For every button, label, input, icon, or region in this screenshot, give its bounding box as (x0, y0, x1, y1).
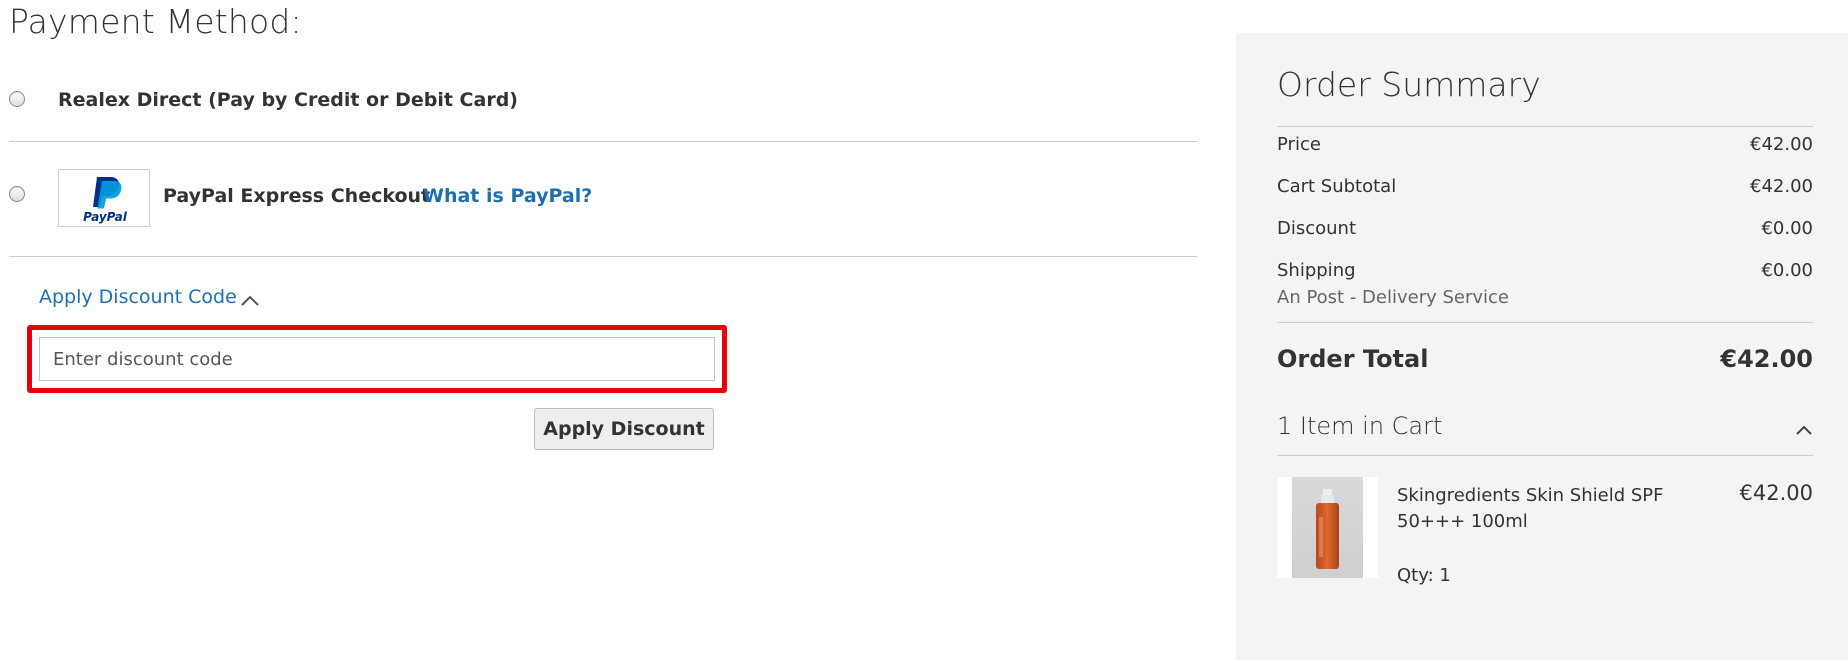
summary-value: €0.00 (1761, 260, 1813, 281)
apply-discount-button[interactable]: Apply Discount (534, 408, 714, 450)
paypal-logo: PayPal (58, 169, 150, 227)
realex-radio[interactable] (9, 91, 25, 107)
checkout-page: Payment Method: Realex Direct (Pay by Cr… (0, 0, 1848, 663)
what-is-paypal-link[interactable]: What is PayPal? (423, 185, 592, 207)
divider (1277, 455, 1813, 456)
product-name[interactable]: Skingredients Skin Shield SPF 50+++ 100m… (1397, 483, 1727, 535)
order-total-value: €42.00 (1720, 345, 1813, 373)
summary-label: Cart Subtotal (1277, 176, 1397, 197)
summary-value: €42.00 (1750, 176, 1813, 197)
product-qty: Qty: 1 (1397, 565, 1451, 586)
product-price: €42.00 (1739, 481, 1813, 505)
summary-row-subtotal: Cart Subtotal €42.00 (1277, 176, 1813, 200)
discount-code-input[interactable] (39, 337, 715, 381)
paypal-logo-text: PayPal (83, 210, 128, 224)
summary-row-price: Price €42.00 (1277, 134, 1813, 158)
items-in-cart-toggle[interactable]: 1 Item in Cart (1277, 412, 1813, 454)
chevron-up-icon[interactable] (240, 292, 260, 306)
divider (1277, 322, 1813, 323)
summary-label: Price (1277, 134, 1321, 155)
items-in-cart-label[interactable]: 1 Item in Cart (1277, 412, 1442, 440)
order-total-label: Order Total (1277, 345, 1429, 373)
paypal-radio[interactable] (9, 186, 25, 202)
summary-row-shipping: Shipping €0.00 (1277, 260, 1813, 284)
summary-value: €0.00 (1761, 218, 1813, 239)
summary-label: Discount (1277, 218, 1357, 239)
apply-discount-toggle[interactable]: Apply Discount Code (39, 286, 237, 308)
payment-option-paypal[interactable]: PayPal PayPal Express Checkout What is P… (9, 142, 1197, 257)
order-summary-panel: Order Summary Price €42.00 Cart Subtotal… (1236, 33, 1848, 660)
summary-value: €42.00 (1750, 134, 1813, 155)
chevron-up-icon[interactable] (1795, 421, 1813, 435)
order-summary-title: Order Summary (1277, 65, 1541, 104)
payment-method-title: Payment Method: (9, 2, 302, 41)
paypal-label[interactable]: PayPal Express Checkout (163, 185, 430, 207)
summary-label: Shipping (1277, 260, 1356, 281)
product-thumbnail[interactable] (1277, 477, 1378, 578)
shipping-method-detail: An Post - Delivery Service (1277, 287, 1510, 308)
payment-option-realex[interactable]: Realex Direct (Pay by Credit or Debit Ca… (9, 78, 1197, 142)
order-total-row: Order Total €42.00 (1277, 345, 1813, 377)
divider (1277, 126, 1813, 127)
realex-label[interactable]: Realex Direct (Pay by Credit or Debit Ca… (58, 89, 518, 111)
summary-row-discount: Discount €0.00 (1277, 218, 1813, 242)
